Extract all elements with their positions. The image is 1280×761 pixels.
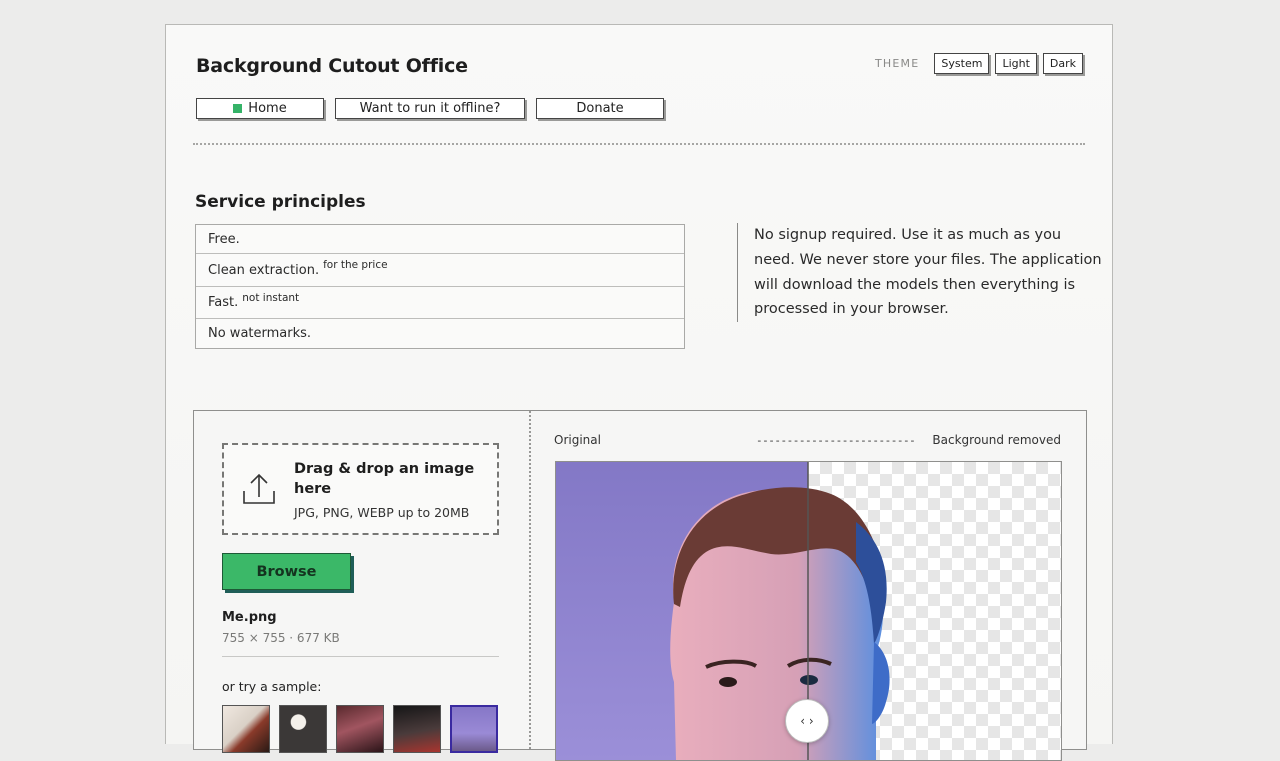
drop-zone-hint: JPG, PNG, WEBP up to 20MB [294,504,470,520]
nav-home-button[interactable]: Home [196,98,324,119]
cutout-tool: Drag & drop an image here JPG, PNG, WEBP… [193,410,1087,761]
header-divider [193,143,1085,145]
sample-thumbnail-selected[interactable] [450,705,498,753]
sample-thumbnail[interactable] [222,705,270,753]
page-container: Background Cutout Office THEME System Li… [165,24,1113,761]
upload-panel: Drag & drop an image here JPG, PNG, WEBP… [194,411,531,753]
theme-light-button[interactable]: Light [995,53,1037,74]
sample-list [222,705,507,753]
sample-thumbnail[interactable] [336,705,384,753]
theme-system-button[interactable]: System [934,53,990,74]
main-nav: Home Want to run it offline? Donate [196,98,675,119]
nav-donate-button[interactable]: Donate [536,98,664,119]
theme-dark-button[interactable]: Dark [1042,53,1083,74]
app-title: Background Cutout Office [196,55,468,77]
browse-button[interactable]: Browse [222,553,351,590]
principle-text: Clean extraction. [208,262,320,278]
portrait-subject [670,487,890,760]
active-indicator-icon [233,104,243,113]
principle-text: Free. [208,231,240,247]
file-name: Me.png [222,610,277,625]
removed-label: Background removed [932,433,1061,447]
principles-list: Free. Clean extraction. for the price Fa… [195,224,685,349]
principle-text: Fast. [208,295,239,310]
drop-zone[interactable]: Drag & drop an image here JPG, PNG, WEBP… [222,443,499,535]
sample-thumbnail[interactable] [279,705,327,753]
principle-item: Free. [196,225,684,254]
theme-switcher: THEME System Light Dark [875,53,1083,74]
principle-note: not instant [242,291,300,304]
original-label: Original [554,433,601,447]
principles-title: Service principles [195,192,366,212]
nav-home-label: Home [248,101,287,116]
principle-item: Fast. not instant [196,287,684,319]
drop-zone-title: Drag & drop an image here [294,460,475,497]
file-divider [222,656,499,657]
drop-zone-text: Drag & drop an image here JPG, PNG, WEBP… [294,459,497,520]
principle-note: for the price [323,259,388,271]
sample-label: or try a sample: [222,679,322,694]
theme-label: THEME [875,57,920,70]
principle-item: No watermarks. [196,319,684,348]
principle-item: Clean extraction. for the price [196,254,684,287]
compare-slider-handle[interactable]: ‹ › [785,699,829,743]
slider-arrows-icon: ‹ › [800,714,814,728]
privacy-info: No signup required. Use it as much as yo… [737,223,1106,322]
compare-divider-text: -------------------------- [756,434,916,447]
principle-text: No watermarks. [208,326,312,341]
sample-thumbnail[interactable] [393,705,441,753]
nav-offline-button[interactable]: Want to run it offline? [335,98,525,119]
upload-icon [243,473,275,504]
file-meta: 755 × 755 · 677 KB [222,631,340,645]
comparison-panel: Original -------------------------- Back… [531,411,1086,761]
